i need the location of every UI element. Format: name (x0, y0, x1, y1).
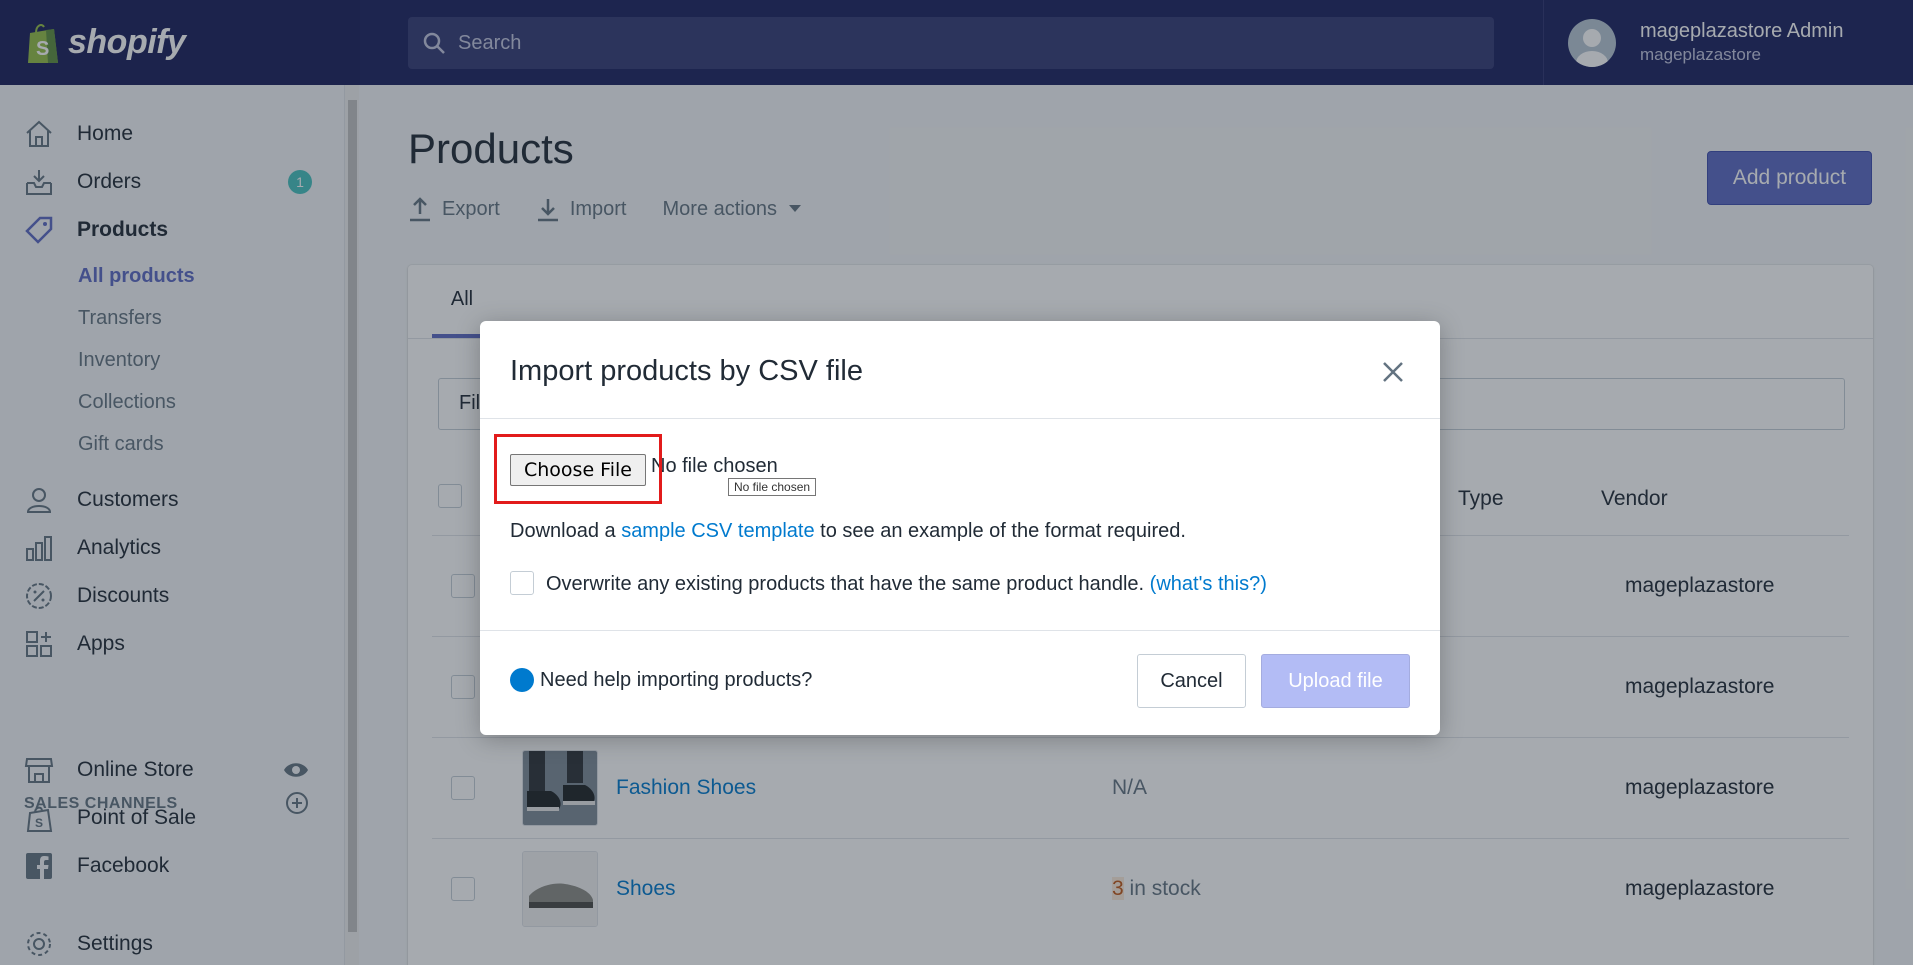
modal-body: Choose File No file chosen No file chose… (480, 419, 1440, 631)
modal-title: Import products by CSV file (510, 355, 863, 387)
file-tooltip: No file chosen (728, 478, 817, 496)
cancel-button[interactable]: Cancel (1137, 654, 1246, 708)
modal-header: Import products by CSV file (480, 321, 1440, 419)
download-suffix: to see an example of the format required… (814, 520, 1186, 542)
import-modal: Import products by CSV file Choose File … (480, 321, 1440, 735)
overwrite-label: Overwrite any existing products that hav… (546, 573, 1267, 596)
overwrite-text: Overwrite any existing products that hav… (546, 573, 1145, 595)
help-icon (510, 668, 534, 692)
annotation-highlight-box (494, 434, 662, 504)
help-text: Need help importing products? (540, 668, 813, 691)
close-icon[interactable] (1382, 361, 1404, 383)
download-prefix: Download a (510, 520, 622, 542)
download-template-text: Download a sample CSV template to see an… (510, 520, 1186, 543)
help-importing-link[interactable]: Need help importing products? (510, 668, 812, 692)
modal-footer: Need help importing products? Cancel Upl… (480, 631, 1440, 734)
sample-csv-link[interactable]: sample CSV template (621, 520, 814, 542)
whats-this-link[interactable]: (what's this?) (1150, 573, 1267, 595)
upload-file-button[interactable]: Upload file (1261, 654, 1410, 708)
overwrite-checkbox[interactable] (510, 571, 534, 595)
file-status: No file chosen (651, 455, 778, 477)
